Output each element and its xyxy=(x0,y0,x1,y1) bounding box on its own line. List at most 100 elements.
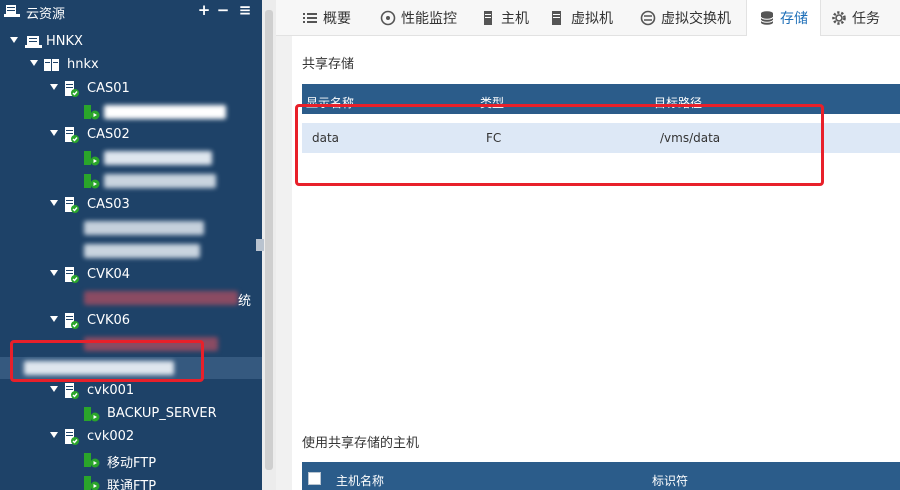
cell-name: data xyxy=(312,131,340,145)
tree-node-host-cvk06[interactable]: CVK06 xyxy=(0,310,262,332)
tree-header: 云资源 + − ≡ xyxy=(0,0,262,24)
tree-label-host: cvk001 xyxy=(87,383,135,398)
server-icon xyxy=(484,11,492,25)
host-server-icon xyxy=(65,313,79,329)
panel-splitter-handle[interactable] xyxy=(256,239,264,251)
datacenter-icon xyxy=(25,36,42,48)
tree-label-pool: hnkx xyxy=(67,57,99,72)
gauge-icon xyxy=(380,10,396,26)
redacted-vm-name xyxy=(84,244,200,258)
expand-arrow-icon[interactable] xyxy=(50,386,58,392)
col-target-path[interactable]: 目标路径 xyxy=(654,94,702,111)
tree-node-host-cas01[interactable]: CAS01 xyxy=(0,78,262,100)
tree-label-root: HNKX xyxy=(46,34,83,49)
tree-node-vm[interactable] xyxy=(0,240,262,262)
vm-running-icon xyxy=(84,476,100,490)
tab-overview[interactable]: 概要 xyxy=(302,0,351,36)
redacted-vm-name xyxy=(84,221,204,235)
remove-button[interactable]: − xyxy=(216,1,230,19)
tree-node-host-cas03[interactable]: CAS03 xyxy=(0,194,262,216)
tree-label-vm: 统 xyxy=(238,294,252,309)
expand-arrow-icon[interactable] xyxy=(50,200,58,206)
vm-running-icon xyxy=(84,105,100,120)
tab-label: 任务 xyxy=(852,11,880,27)
tree-node-selected-host[interactable] xyxy=(0,357,262,379)
redacted-vm-name xyxy=(104,105,226,119)
tree-node-host-cvk04[interactable]: CVK04 xyxy=(0,264,262,286)
hosts-table-header: 主机名称 标识符 xyxy=(302,462,900,490)
expand-arrow-icon[interactable] xyxy=(50,270,58,276)
tree-node-vm-unicom-ftp[interactable]: 联通FTP xyxy=(0,472,262,490)
col-display-name[interactable]: 显示名称 xyxy=(306,94,354,111)
switch-icon xyxy=(640,10,656,26)
shared-storage-title: 共享存储 xyxy=(302,57,355,72)
tree-node-vm-backup-server[interactable]: BACKUP_SERVER xyxy=(0,403,262,425)
expand-arrow-icon[interactable] xyxy=(30,60,38,66)
tab-performance[interactable]: 性能监控 xyxy=(380,0,457,36)
tab-tasks[interactable]: 任务 xyxy=(831,0,880,36)
host-server-icon xyxy=(65,429,79,445)
tree-label-host: CAS03 xyxy=(87,197,130,212)
tree-node-vm[interactable] xyxy=(0,170,262,192)
tree-label-vm: 联通FTP xyxy=(107,479,157,490)
tree-label-vm: 移动FTP xyxy=(107,456,157,471)
host-server-icon xyxy=(65,383,79,399)
tree-node-host-cvk001[interactable]: cvk001 xyxy=(0,380,262,402)
tab-label: 虚拟交换机 xyxy=(661,11,731,27)
cloud-server-icon xyxy=(4,5,20,17)
tree-node-vm[interactable] xyxy=(0,333,262,355)
col-host-name[interactable]: 主机名称 xyxy=(336,472,384,489)
select-all-checkbox[interactable] xyxy=(308,472,321,485)
tab-label: 虚拟机 xyxy=(571,11,613,27)
expand-arrow-icon[interactable] xyxy=(50,432,58,438)
table-row[interactable]: data FC /vms/data xyxy=(302,123,900,153)
tree-label-host: CAS02 xyxy=(87,127,130,142)
tree-node-vm[interactable]: 统 xyxy=(0,287,262,309)
tab-storage[interactable]: 存储 xyxy=(746,0,821,36)
host-server-icon xyxy=(65,267,79,283)
tree-node-vm-mobile-ftp[interactable]: 移动FTP xyxy=(0,449,262,471)
host-server-icon xyxy=(65,197,79,213)
redacted-host-name xyxy=(24,361,174,375)
tab-vms[interactable]: 虚拟机 xyxy=(550,0,613,36)
tree-label-host: cvk002 xyxy=(87,429,135,444)
col-type[interactable]: 类型 xyxy=(480,94,504,111)
tree-node-host-cvk002[interactable]: cvk002 xyxy=(0,426,262,448)
tree-node-vm[interactable] xyxy=(0,147,262,169)
expand-arrow-icon[interactable] xyxy=(10,37,18,43)
tree-scrollbar[interactable] xyxy=(262,0,276,490)
tree-label-host: CVK04 xyxy=(87,267,131,282)
vm-running-icon xyxy=(84,174,100,189)
main-panel: 概要 性能监控 主机 虚拟机 虚拟交换机 存储 任务 共享存储 显示名称 类型 … xyxy=(276,0,900,490)
resource-tree-panel: 云资源 + − ≡ HNKX hnkx CAS01 CAS02 CAS03 CV… xyxy=(0,0,262,490)
vm-icon xyxy=(552,11,561,25)
add-button[interactable]: + xyxy=(197,1,211,19)
tree-scrollbar-thumb[interactable] xyxy=(265,10,273,470)
hosts-using-storage-title: 使用共享存储的主机 xyxy=(302,436,420,451)
redacted-vm-name xyxy=(84,291,238,305)
tree-label-vm: BACKUP_SERVER xyxy=(107,406,217,421)
shared-storage-table-header: 显示名称 类型 目标路径 xyxy=(302,84,900,114)
tab-vswitch[interactable]: 虚拟交换机 xyxy=(640,0,731,36)
redacted-vm-name xyxy=(84,337,218,351)
list-icon xyxy=(303,13,317,23)
tab-label: 存储 xyxy=(780,11,808,27)
host-server-icon xyxy=(65,81,79,97)
expand-arrow-icon[interactable] xyxy=(50,84,58,90)
tree-label-host: CVK06 xyxy=(87,313,131,328)
tree-node-host-pool[interactable]: hnkx xyxy=(0,54,262,76)
storage-content: 共享存储 显示名称 类型 目标路径 data FC /vms/data 使用共享… xyxy=(292,36,900,490)
tree-node-vm[interactable] xyxy=(0,217,262,239)
host-server-icon xyxy=(65,127,79,143)
expand-arrow-icon[interactable] xyxy=(50,316,58,322)
tree-node-host-cas02[interactable]: CAS02 xyxy=(0,124,262,146)
tab-hosts[interactable]: 主机 xyxy=(480,0,529,36)
tree-node-cloud[interactable]: HNKX xyxy=(0,31,262,53)
tree-node-vm[interactable] xyxy=(0,101,262,123)
expand-arrow-icon[interactable] xyxy=(50,130,58,136)
tab-label: 性能监控 xyxy=(401,11,457,27)
menu-button[interactable]: ≡ xyxy=(238,1,252,19)
vm-running-icon xyxy=(84,407,100,422)
host-pool-icon xyxy=(44,59,59,71)
col-identifier[interactable]: 标识符 xyxy=(652,472,688,489)
